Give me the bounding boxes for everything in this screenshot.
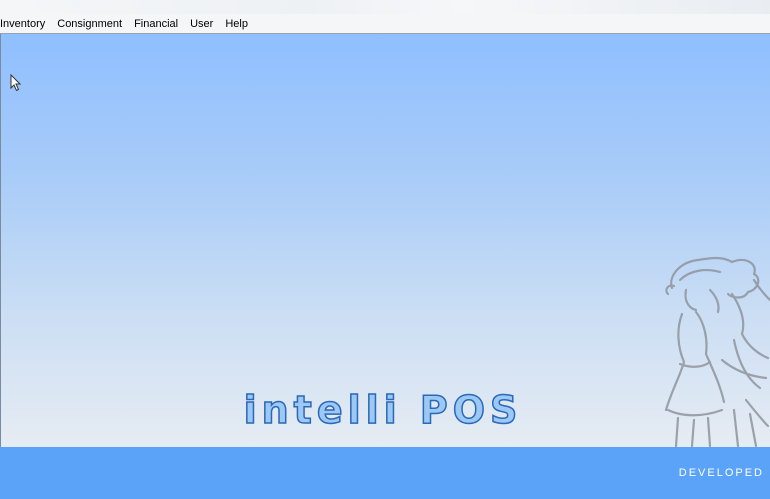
mouse-pointer-icon — [10, 74, 22, 92]
footer-banner: DEVELOPED — [0, 447, 770, 499]
menu-financial[interactable]: Financial — [128, 14, 184, 34]
menu-bar: Inventory Consignment Financial User Hel… — [0, 14, 770, 34]
menu-consignment[interactable]: Consignment — [51, 14, 128, 34]
menu-user[interactable]: User — [184, 14, 219, 34]
brand-title-text: intelli POS — [243, 387, 523, 433]
title-bar-strip — [0, 0, 770, 14]
menu-inventory[interactable]: Inventory — [0, 14, 51, 34]
menu-help[interactable]: Help — [219, 14, 254, 34]
girls-sketch-illustration — [664, 256, 770, 447]
app-window: Inventory Consignment Financial User Hel… — [0, 0, 770, 499]
developed-by-text: DEVELOPED — [678, 467, 764, 479]
